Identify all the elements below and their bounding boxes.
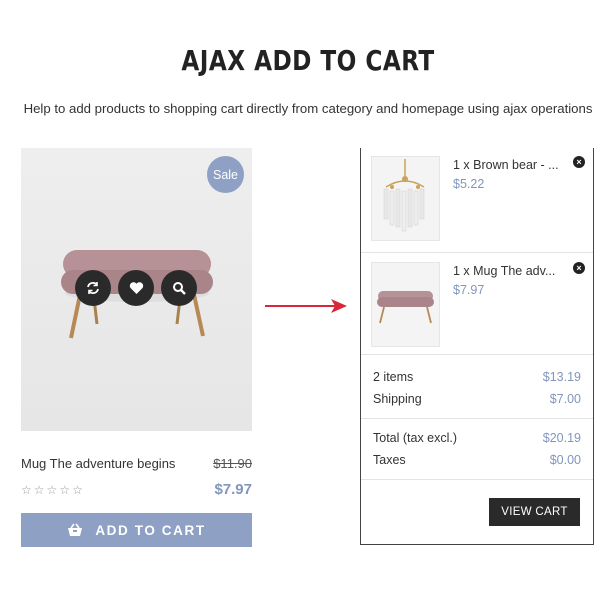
divider xyxy=(361,418,593,419)
refresh-icon xyxy=(87,282,99,294)
quick-actions xyxy=(75,270,197,306)
page-title: AJAX ADD TO CART xyxy=(181,44,435,77)
remove-item-icon[interactable]: × xyxy=(573,262,585,274)
cart-item-price: $5.22 xyxy=(453,177,485,191)
add-to-cart-button[interactable]: ADD TO CART xyxy=(21,513,252,547)
summary-value: $7.00 xyxy=(549,392,581,406)
item-thumbnail[interactable] xyxy=(371,156,440,241)
star-icon: ☆ xyxy=(46,483,58,497)
remove-item-icon[interactable]: × xyxy=(573,156,585,168)
summary-label: Shipping xyxy=(373,392,422,406)
product-image[interactable]: Sale xyxy=(21,148,252,431)
total-row: Total (tax excl.) $20.19 xyxy=(373,431,581,445)
search-icon xyxy=(173,282,186,295)
cart-dropdown: 1 x Brown bear - ... $5.22 × 1 x Mug The… xyxy=(360,148,594,545)
chandelier-image xyxy=(383,159,425,232)
cart-item-name[interactable]: 1 x Brown bear - ... xyxy=(453,158,559,172)
summary-row-items: 2 items $13.19 xyxy=(373,370,581,384)
star-icon: ☆ xyxy=(33,483,45,497)
taxes-label: Taxes xyxy=(373,453,406,467)
wishlist-button[interactable] xyxy=(118,270,154,306)
summary-row-shipping: Shipping $7.00 xyxy=(373,392,581,406)
page-subtitle: Help to add products to shopping cart di… xyxy=(23,101,593,116)
cart-item: 1 x Mug The adv... $7.97 × xyxy=(361,254,593,354)
view-cart-button[interactable]: VIEW CART xyxy=(489,498,580,526)
rating-stars: ☆ ☆ ☆ ☆ ☆ xyxy=(21,483,83,497)
quick-view-button[interactable] xyxy=(161,270,197,306)
refresh-button[interactable] xyxy=(75,270,111,306)
add-to-cart-label: ADD TO CART xyxy=(95,522,206,538)
cart-item-price: $7.97 xyxy=(453,283,485,297)
taxes-value: $0.00 xyxy=(549,453,581,467)
divider xyxy=(361,354,593,355)
divider xyxy=(361,252,593,253)
product-price: $7.97 xyxy=(214,481,252,498)
star-icon: ☆ xyxy=(72,483,83,497)
item-thumbnail[interactable] xyxy=(371,262,440,347)
total-value: $20.19 xyxy=(542,431,581,445)
total-label: Total (tax excl.) xyxy=(373,431,458,445)
star-icon: ☆ xyxy=(59,483,71,497)
product-name[interactable]: Mug The adventure begins xyxy=(21,456,175,471)
cart-item-name[interactable]: 1 x Mug The adv... xyxy=(453,264,555,278)
arrow-right-icon xyxy=(265,299,347,313)
divider xyxy=(361,479,593,480)
star-icon: ☆ xyxy=(21,483,32,497)
summary-value: $13.19 xyxy=(542,370,581,384)
taxes-row: Taxes $0.00 xyxy=(373,453,581,467)
cart-icon xyxy=(68,523,83,536)
summary-label: 2 items xyxy=(373,370,414,384)
sale-badge: Sale xyxy=(207,156,244,193)
cart-item: 1 x Brown bear - ... $5.22 × xyxy=(361,148,593,248)
old-price: $11.90 xyxy=(213,456,252,471)
heart-icon xyxy=(129,282,143,294)
sofa-image xyxy=(377,291,434,324)
